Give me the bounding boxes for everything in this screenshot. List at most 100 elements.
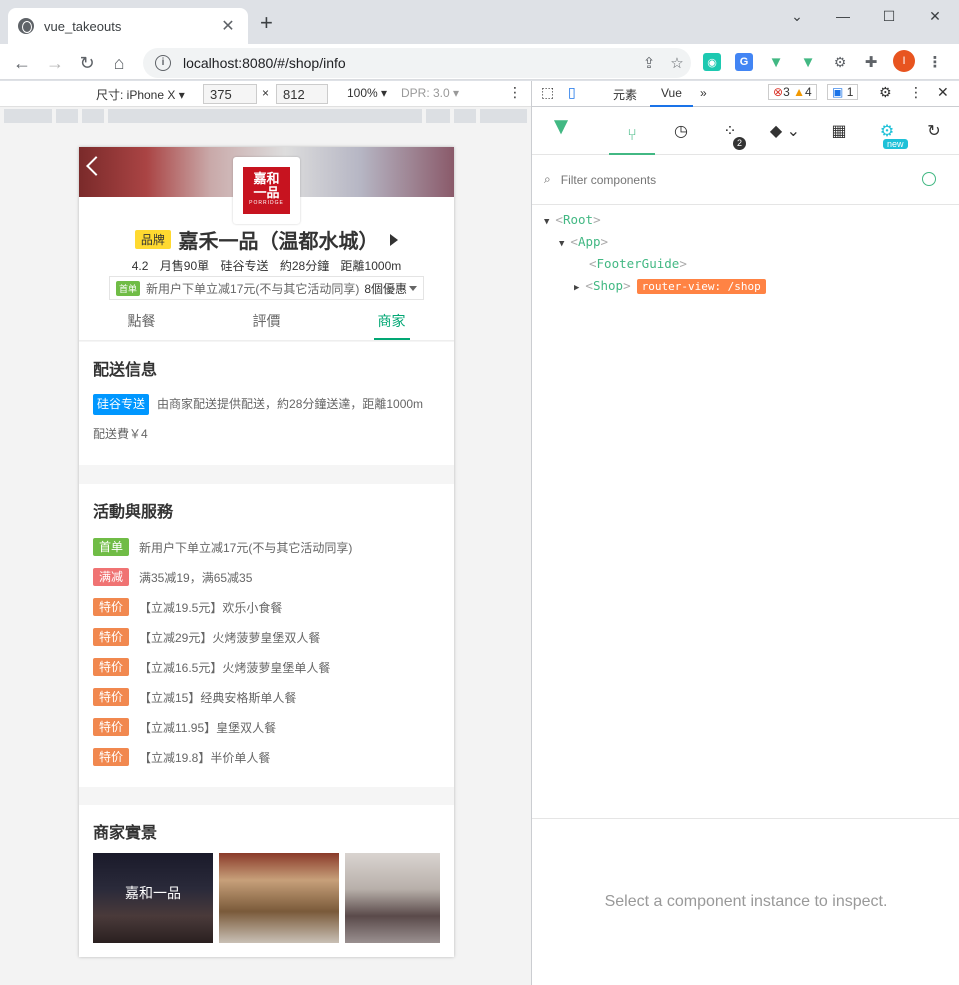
promo-text: 新用户下单立减17元(不与其它活动同享) — [146, 281, 360, 296]
vue-devtools-icon-2[interactable]: ▼ — [799, 53, 817, 71]
activity-badge: 特价 — [93, 718, 129, 736]
routes-icon[interactable]: ◆ ⌄ — [765, 119, 805, 143]
tab-goods[interactable]: 點餐 — [79, 305, 204, 340]
site-info-icon[interactable]: i — [155, 55, 171, 71]
messages-counter[interactable]: ▣ 1 — [827, 84, 859, 100]
activity-item: 首单 新用户下单立减17元(不与其它活动同享) — [93, 532, 440, 562]
shop-rating: 4.2 — [131, 259, 149, 273]
tab-strip: vue_takeouts ✕ + ⌄ — ☐ ✕ — [0, 0, 959, 44]
inspect-element-icon[interactable]: ⬚ — [541, 84, 554, 101]
shop-tabs: 點餐 評價 商家 — [79, 305, 454, 341]
minimize-window-button[interactable]: — — [820, 0, 866, 32]
close-window-button[interactable]: ✕ — [912, 0, 958, 32]
share-icon[interactable]: ⇪ — [635, 54, 663, 72]
delivery-desc-row: 硅谷专送 由商家配送提供配送，約28分鐘送達，距離1000m — [93, 394, 440, 415]
close-devtools-icon[interactable]: ✕ — [937, 84, 949, 101]
logo-image: 嘉和 一品 PORRIDGE — [243, 167, 290, 214]
maximize-button[interactable]: ☐ — [866, 0, 912, 32]
photo-strip[interactable]: 嘉和一品 — [93, 853, 440, 943]
bookmark-star-icon[interactable]: ☆ — [663, 54, 691, 72]
new-badge: new — [883, 139, 908, 149]
back-button[interactable]: ← — [9, 50, 35, 76]
tab-info[interactable]: 商家 — [329, 305, 454, 340]
settings-gear-icon[interactable]: ⚙ — [879, 84, 892, 101]
activity-item: 特价 【立减11.95】皇堡双人餐 — [93, 712, 440, 742]
components-icon[interactable]: ⑂ — [609, 119, 655, 155]
charts-icon[interactable]: ▦ — [826, 119, 852, 143]
activity-list: 首单 新用户下单立减17元(不与其它活动同享) 满减 满35减19，满65减35 特价【… — [93, 532, 440, 772]
devtools-menu-icon[interactable]: ⋮ — [909, 84, 923, 101]
timeline-icon[interactable]: ◷ — [668, 119, 694, 143]
activity-badge: 特价 — [93, 688, 129, 706]
storefront-sign: 嘉和一品 — [125, 885, 181, 901]
vue-devtools-icon[interactable]: ▼ — [767, 53, 785, 71]
device-toolbar: 尺寸: iPhone X ▾ 375 × 812 100% ▾ DPR: 3.0… — [0, 81, 531, 107]
activity-text: 【立减19.8】半价单人餐 — [139, 750, 271, 765]
delivery-desc: 由商家配送提供配送，約28分鐘送達，距離1000m — [157, 397, 424, 411]
tree-node-footerguide[interactable]: <FooterGuide> — [589, 253, 687, 275]
device-toggle-icon[interactable]: ▯ — [568, 84, 576, 101]
devtools-toolbar: ⬚ ▯ 元素 Vue » ⊗3 ▲4 ▣ 1 ⚙ ⋮ ✕ — [532, 81, 959, 107]
activity-text: 【立减16.5元】火烤菠萝皇堡单人餐 — [139, 660, 331, 675]
forward-button[interactable]: → — [42, 50, 68, 76]
more-tabs-icon[interactable]: » — [700, 86, 707, 100]
zoom-select[interactable]: 100% ▾ — [347, 86, 387, 100]
address-bar-row: ← → ↻ ⌂ i localhost:8080/#/shop/info ⇪ ☆… — [0, 44, 959, 80]
activities-title: 活動與服務 — [93, 504, 174, 521]
new-tab-button[interactable]: + — [260, 12, 273, 34]
select-component-icon[interactable] — [922, 172, 936, 186]
inspect-hint: Select a component instance to inspect. — [604, 893, 888, 910]
activity-badge: 特价 — [93, 628, 129, 646]
chevron-right-icon[interactable] — [390, 234, 399, 246]
tree-node-root[interactable]: ▼ <Root> — [544, 209, 601, 231]
caret-down-icon — [409, 285, 417, 291]
devtools-panel: ⬚ ▯ 元素 Vue » ⊗3 ▲4 ▣ 1 ⚙ ⋮ ✕ ▼ ⑂ ◷ ⁘ 2 ◆… — [531, 81, 959, 985]
activity-text: 【立减15】经典安格斯单人餐 — [139, 690, 297, 705]
activity-text: 【立减19.5元】欢乐小食餐 — [139, 600, 283, 615]
profile-avatar[interactable]: I — [893, 50, 915, 72]
height-input[interactable]: 812 — [276, 84, 328, 104]
tab-vue[interactable]: Vue — [650, 86, 693, 107]
browser-tab[interactable]: vue_takeouts ✕ — [8, 8, 248, 44]
puzzle-icon[interactable]: ✚ — [862, 53, 880, 71]
promo-bar[interactable]: 首单 新用户下单立减17元(不与其它活动同享) 8個優惠 — [109, 276, 424, 300]
refresh-icon[interactable]: ↻ — [921, 119, 947, 143]
dining-room-photo[interactable] — [345, 853, 440, 943]
menu-kebab-icon[interactable]: ⋮ — [926, 53, 944, 71]
width-input[interactable]: 375 — [203, 84, 257, 104]
extension-icon-1[interactable]: ◉ — [703, 53, 721, 71]
omnibox[interactable]: i localhost:8080/#/shop/info ⇪ ☆ — [143, 48, 691, 78]
issues-counter[interactable]: ⊗3 ▲4 — [768, 84, 817, 100]
dpr-select[interactable]: DPR: 3.0 ▾ — [401, 86, 459, 100]
minimize-button[interactable]: ⌄ — [774, 0, 820, 32]
activity-item: 特价 【立减16.5元】火烤菠萝皇堡单人餐 — [93, 652, 440, 682]
tab-title: vue_takeouts — [44, 18, 122, 34]
activity-item: 特价 【立减19.5元】欢乐小食餐 — [93, 592, 440, 622]
inspect-pane: Select a component instance to inspect. — [532, 818, 959, 985]
storefront-photo[interactable]: 嘉和一品 — [93, 853, 213, 943]
shop-logo: 嘉和 一品 PORRIDGE — [233, 157, 300, 224]
shop-name: 嘉禾一品（温都水城） — [178, 231, 379, 253]
home-button[interactable]: ⌂ — [106, 50, 132, 76]
close-tab-icon[interactable]: ✕ — [218, 16, 238, 36]
device-more-icon[interactable]: ⋮ — [508, 84, 522, 101]
promo-count: 8個優惠 — [364, 281, 407, 296]
tab-elements[interactable]: 元素 — [613, 86, 637, 103]
activity-item: 满减 满35减19，满65减35 — [93, 562, 440, 592]
tree-node-app[interactable]: ▼ <App> — [559, 231, 608, 253]
tree-node-shop[interactable]: ▶ <Shop> router-view: /shop — [574, 275, 766, 297]
shop-sales: 月售90單 — [159, 259, 210, 273]
filter-components-input[interactable] — [560, 172, 891, 187]
url-text[interactable]: localhost:8080/#/shop/info — [183, 55, 635, 71]
counter-photo[interactable] — [219, 853, 339, 943]
extension-icon-5[interactable]: ⚙ — [831, 53, 849, 71]
activity-item: 特价 【立减15】经典安格斯单人餐 — [93, 682, 440, 712]
tab-ratings[interactable]: 評價 — [204, 305, 329, 340]
delivery-time: 約28分鐘 — [279, 259, 330, 273]
shop-title-row[interactable]: 品牌 嘉禾一品（温都水城） — [79, 225, 454, 254]
delivery-label: 硅谷专送 — [93, 394, 150, 415]
translate-icon[interactable]: G — [735, 53, 753, 71]
device-select[interactable]: 尺寸: iPhone X ▾ — [96, 86, 185, 103]
reload-button[interactable]: ↻ — [74, 50, 100, 76]
media-query-ruler[interactable] — [0, 107, 531, 125]
